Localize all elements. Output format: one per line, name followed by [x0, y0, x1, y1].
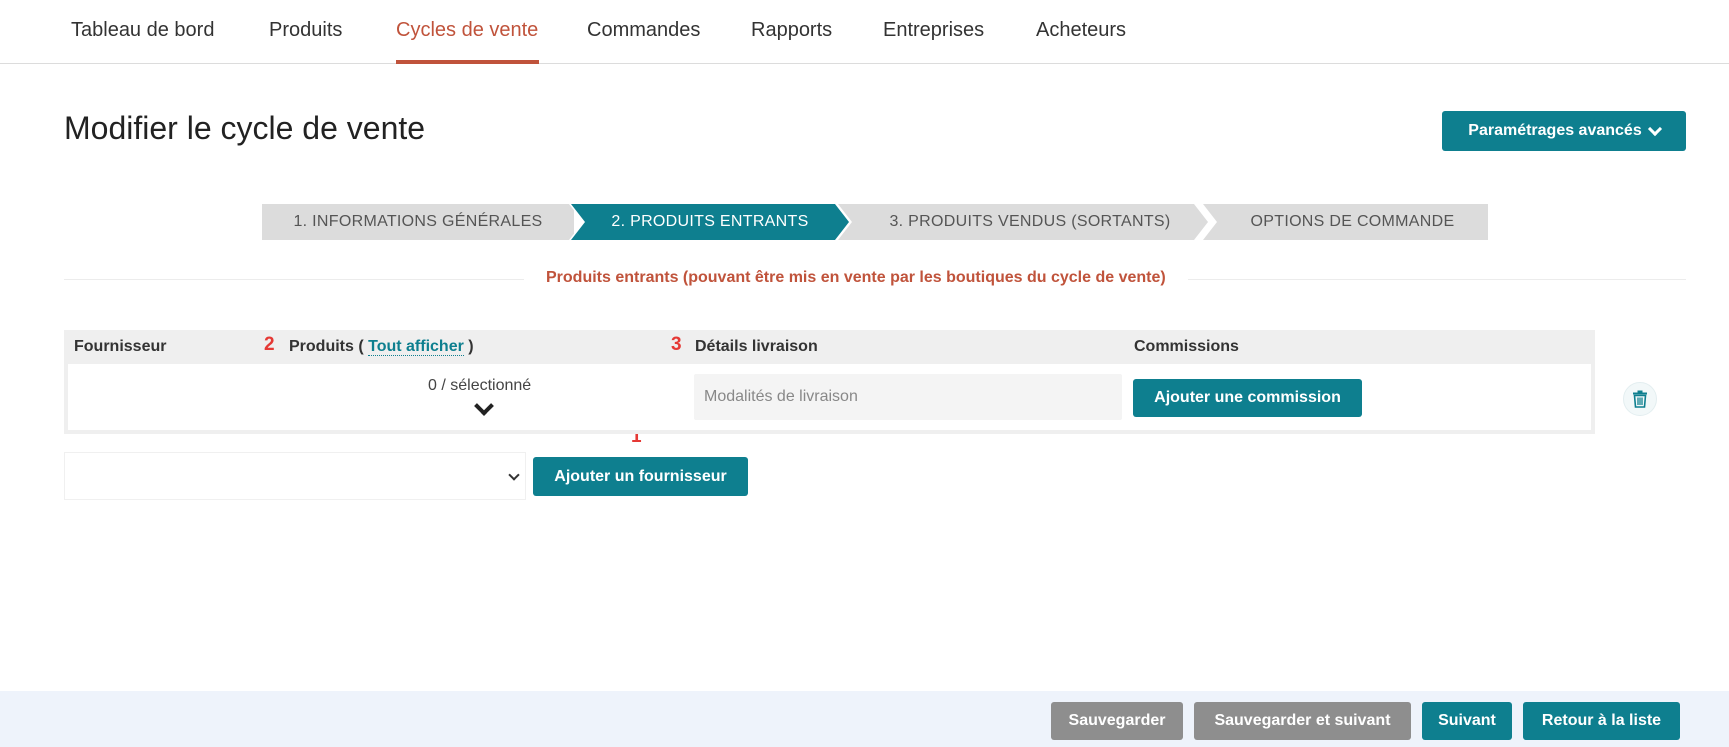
- step-incoming-products[interactable]: 2. PRODUITS ENTRANTS: [571, 204, 849, 240]
- step-sold-products[interactable]: 3. PRODUITS VENDUS (SORTANTS): [838, 204, 1208, 240]
- header-products-label: Produits (: [289, 338, 364, 355]
- annotation-number: 2: [264, 334, 275, 355]
- supplier-select[interactable]: [64, 452, 526, 500]
- step-label: 1. INFORMATIONS GÉNÉRALES: [293, 213, 543, 230]
- nav-item-companies[interactable]: Entreprises: [883, 19, 984, 42]
- top-navigation: Tableau de bord Produits Cycles de vente…: [0, 0, 1729, 64]
- save-and-next-button[interactable]: Sauvegarder et suivant: [1194, 702, 1411, 740]
- products-selected-count[interactable]: 0 / sélectionné: [428, 377, 531, 395]
- chevron-down-icon: [508, 469, 520, 481]
- nav-item-buyers[interactable]: Acheteurs: [1036, 19, 1126, 42]
- page-title: Modifier le cycle de vente: [64, 110, 426, 146]
- nav-active-underline: [396, 60, 539, 64]
- section-title: Produits entrants (pouvant être mis en v…: [524, 269, 1188, 287]
- header-supplier: Fournisseur: [74, 338, 167, 355]
- show-all-link[interactable]: Tout afficher: [368, 338, 464, 356]
- delivery-details-input[interactable]: [694, 374, 1122, 420]
- step-order-options[interactable]: OPTIONS DE COMMANDE: [1203, 204, 1488, 240]
- header-products-suffix: ): [468, 338, 474, 355]
- advanced-settings-label: Paramétrages avancés: [1468, 122, 1642, 139]
- annotation-number: 3: [671, 334, 682, 355]
- delete-row-button[interactable]: [1623, 382, 1657, 416]
- nav-item-dashboard[interactable]: Tableau de bord: [71, 19, 214, 42]
- step-general-info[interactable]: 1. INFORMATIONS GÉNÉRALES: [262, 204, 574, 240]
- header-commissions: Commissions: [1134, 338, 1239, 355]
- trash-icon: [1633, 390, 1647, 408]
- advanced-settings-button[interactable]: Paramétrages avancés: [1442, 111, 1686, 151]
- nav-item-orders[interactable]: Commandes: [587, 19, 700, 42]
- step-label: OPTIONS DE COMMANDE: [1250, 213, 1455, 230]
- back-to-list-button[interactable]: Retour à la liste: [1523, 702, 1680, 740]
- header-delivery: Détails livraison: [695, 338, 818, 355]
- add-supplier-button[interactable]: Ajouter un fournisseur: [533, 457, 748, 496]
- step-label: 3. PRODUITS VENDUS (SORTANTS): [889, 213, 1171, 230]
- nav-item-sales-cycles[interactable]: Cycles de vente: [396, 19, 538, 42]
- save-button[interactable]: Sauvegarder: [1051, 702, 1183, 740]
- add-commission-button[interactable]: Ajouter une commission: [1133, 379, 1362, 417]
- next-button[interactable]: Suivant: [1422, 702, 1512, 740]
- table-header: Fournisseur Produits ( Tout afficher ) D…: [64, 330, 1595, 364]
- chevron-down-icon: [1647, 121, 1662, 136]
- header-products: Produits ( Tout afficher ): [289, 338, 474, 356]
- nav-item-products[interactable]: Produits: [269, 19, 342, 42]
- step-label: 2. PRODUITS ENTRANTS: [611, 213, 809, 230]
- nav-item-reports[interactable]: Rapports: [751, 19, 832, 42]
